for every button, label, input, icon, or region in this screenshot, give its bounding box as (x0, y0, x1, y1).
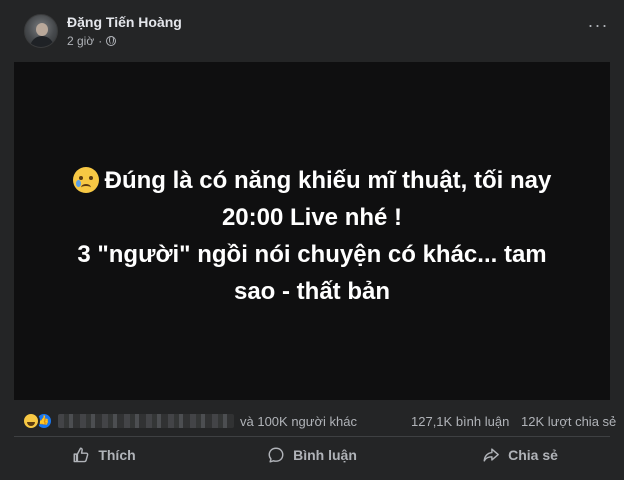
shares-count[interactable]: 12K lượt chia sẻ (521, 414, 616, 429)
meta-separator: · (98, 34, 103, 48)
comments-count[interactable]: 127,1K bình luận (411, 414, 509, 429)
post-text-line-4: sao - thất bản (233, 278, 390, 305)
action-bar: Thích Bình luận Chia sẻ (0, 438, 624, 472)
crying-face-emoji (72, 167, 99, 193)
like-label: Thích (98, 447, 136, 463)
avatar[interactable] (24, 14, 58, 48)
comment-label: Bình luận (293, 447, 357, 463)
post-text-line: Đúng là có năng khiếu mĩ thuật, tối nay (14, 162, 610, 199)
comment-button[interactable]: Bình luận (208, 438, 416, 472)
comment-icon (267, 446, 285, 464)
tear-drop (75, 180, 81, 187)
reaction-icons[interactable] (22, 412, 53, 430)
post-stats: và 100K người khác 127,1K bình luận 12K … (0, 406, 624, 436)
post-header: Đặng Tiến Hoàng 2 giờ · ··· (0, 0, 624, 62)
post-text: Đúng là có năng khiếu mĩ thuật, tối nay … (14, 162, 610, 310)
share-arrow-icon (482, 446, 500, 464)
thumbs-up-icon (72, 446, 90, 464)
post-text-line-2: 20:00 Live nhé ! (221, 204, 403, 231)
avatar-face (36, 23, 48, 36)
post-meta: 2 giờ · (67, 34, 117, 48)
post-text-line-3: 3 "người" ngồi nói chuyện có khác... tam (77, 241, 547, 268)
post-text-line-1: Đúng là có năng khiếu mĩ thuật, tối nay (104, 167, 552, 194)
avatar-shoulders (30, 36, 54, 47)
divider (14, 436, 610, 437)
share-button[interactable]: Chia sẻ (416, 438, 624, 472)
reactions-count[interactable]: và 100K người khác (240, 414, 357, 429)
author-name[interactable]: Đặng Tiến Hoàng (67, 14, 182, 30)
globe-icon[interactable] (106, 36, 117, 46)
post-card: Đặng Tiến Hoàng 2 giờ · ··· Đúng là có n… (0, 0, 624, 480)
share-label: Chia sẻ (508, 447, 558, 463)
haha-reaction-icon[interactable] (22, 412, 40, 430)
blurred-reactor-names (58, 414, 234, 428)
post-time[interactable]: 2 giờ (67, 34, 94, 48)
like-button[interactable]: Thích (0, 438, 208, 472)
more-options-button[interactable]: ··· (586, 16, 610, 38)
